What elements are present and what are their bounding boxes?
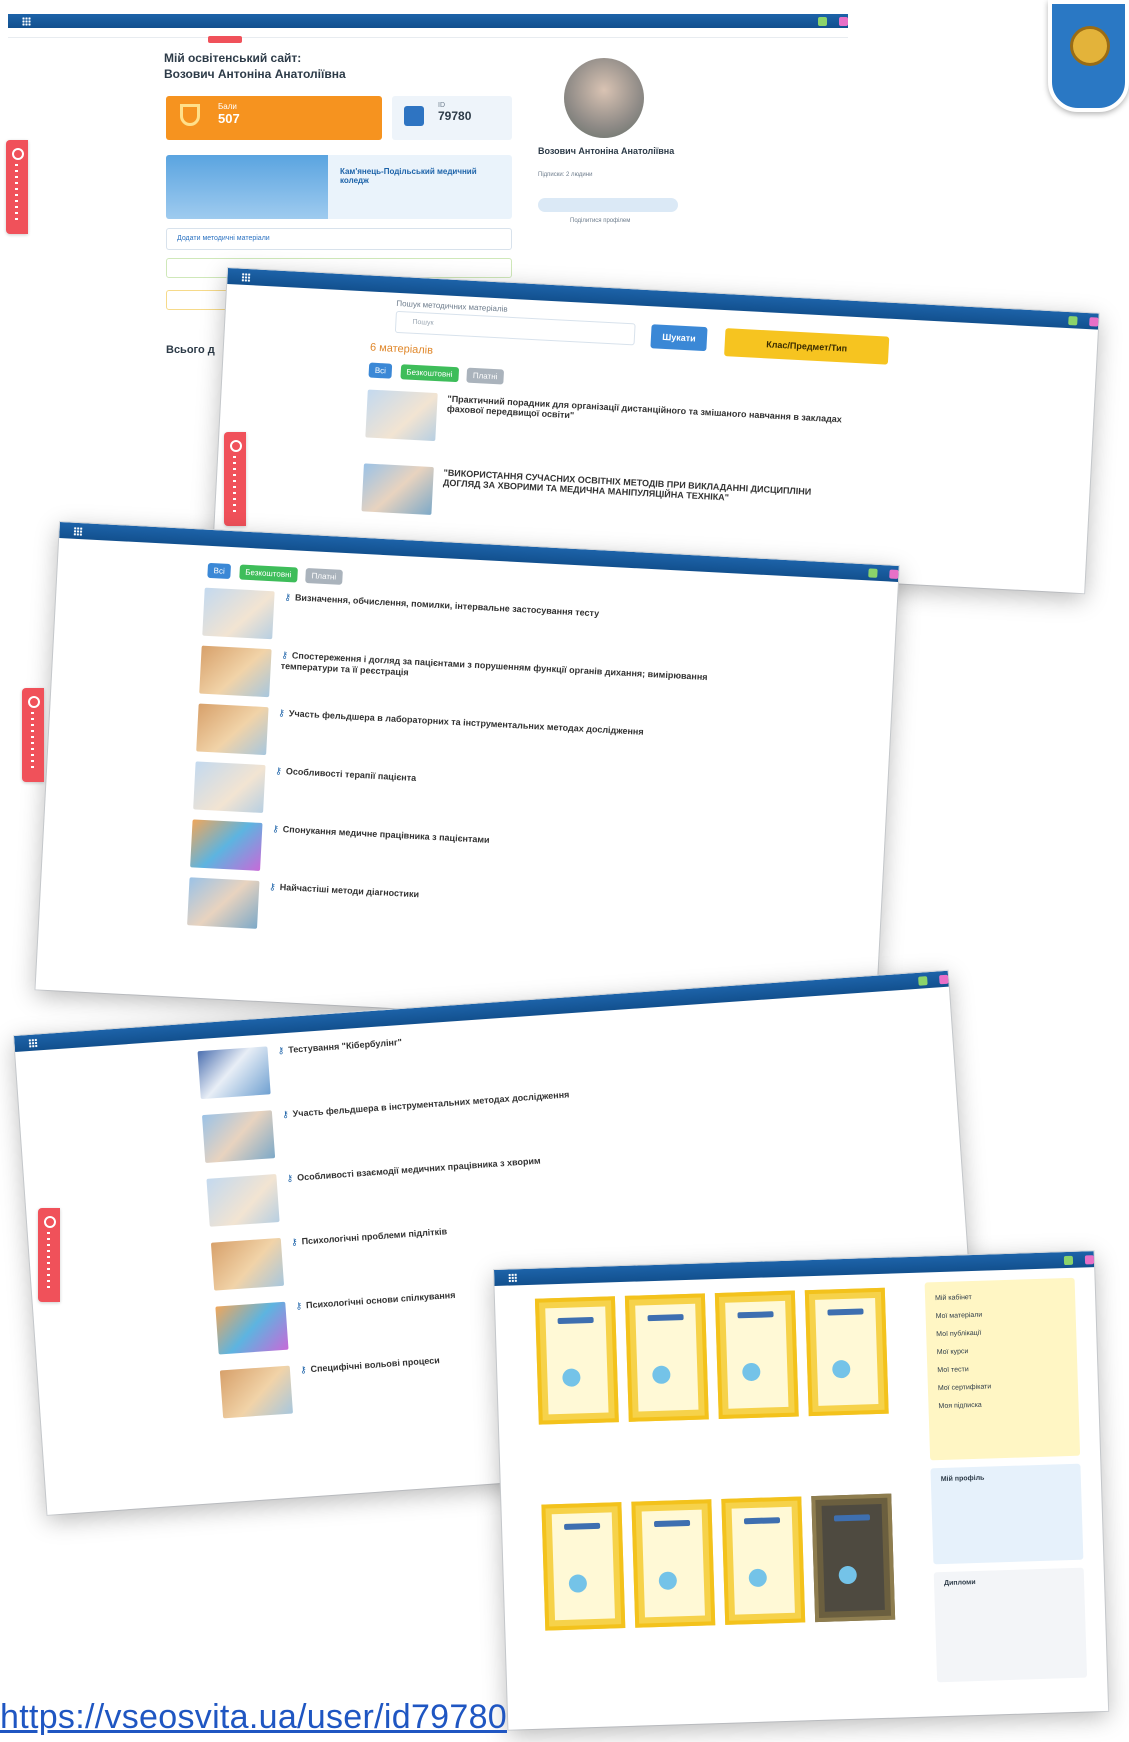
key-icon: ⚷ <box>295 1300 303 1312</box>
material-thumbnail <box>361 463 434 515</box>
material-thumbnail <box>215 1301 289 1355</box>
key-icon: ⚷ <box>277 1045 285 1056</box>
bell-icon[interactable] <box>868 567 878 578</box>
feedback-tab-1[interactable] <box>6 140 28 234</box>
key-icon: ⚷ <box>275 765 283 776</box>
material-thumbnail <box>219 1365 294 1419</box>
points-card: Бали 507 <box>166 96 382 140</box>
feedback-tab-4[interactable] <box>38 1208 60 1302</box>
material-thumbnail <box>201 1110 276 1163</box>
certificate-card[interactable] <box>804 1287 889 1417</box>
certificate-card[interactable] <box>541 1502 626 1631</box>
key-icon: ⚷ <box>278 707 286 719</box>
cart-icon[interactable] <box>889 568 899 579</box>
filter-button[interactable]: Клас/Предмет/Тип <box>724 328 890 365</box>
cabinet-sidebar: Мій кабінет Мої матеріали Мої публікації… <box>924 1277 1081 1461</box>
tab-all[interactable]: Всі <box>368 362 393 379</box>
diplomas-sidebar-block: Дипломи <box>933 1567 1088 1683</box>
certificates-screenshot: Мій кабінет Мої матеріали Мої публікації… <box>494 1251 1109 1730</box>
material-thumbnail <box>193 761 266 814</box>
material-thumbnail <box>210 1237 285 1291</box>
bell-icon[interactable] <box>1068 315 1078 326</box>
certificate-card[interactable] <box>631 1499 716 1628</box>
id-icon <box>404 106 424 126</box>
profile-sidebar-block: Мій профіль <box>930 1463 1084 1565</box>
tab-free[interactable]: Безкоштовні <box>399 364 459 383</box>
share-button[interactable] <box>538 198 678 212</box>
materials-count: 6 матеріалів <box>369 341 434 357</box>
apps-icon[interactable] <box>508 1272 518 1283</box>
profile-side-card: Возович Антоніна Анатоліївна Підписки: 2… <box>530 48 690 298</box>
material-thumbnail <box>206 1174 280 1227</box>
feedback-tab-2[interactable] <box>224 432 246 526</box>
cart-icon[interactable] <box>938 974 949 984</box>
bell-icon[interactable] <box>1063 1255 1074 1265</box>
notifications-icon[interactable] <box>818 16 827 26</box>
profile-url-link[interactable]: https://vseosvita.ua/user/id79780 <box>0 1698 507 1737</box>
bell-icon[interactable] <box>918 975 928 986</box>
material-thumbnail <box>202 587 275 640</box>
material-thumbnail <box>197 1046 271 1100</box>
key-icon: ⚷ <box>281 649 289 661</box>
key-icon: ⚷ <box>268 881 277 892</box>
top-nav <box>8 14 848 28</box>
material-thumbnail <box>187 877 260 929</box>
material-thumbnail <box>196 703 269 756</box>
key-icon: ⚷ <box>299 1364 307 1375</box>
user-name: Возович Антоніна Анатоліївна <box>538 146 675 156</box>
material-thumbnail <box>365 389 438 442</box>
followers: Підписки: 2 людини <box>538 172 593 178</box>
share-label: Поділитися профілем <box>570 218 631 224</box>
tab-all[interactable]: Всі <box>207 562 232 579</box>
college-card[interactable]: Кам'янець-Подільський медичний коледж <box>166 155 512 219</box>
tab-paid[interactable]: Платні <box>466 367 504 385</box>
total-label: Всього д <box>166 344 215 356</box>
certificate-card[interactable] <box>714 1290 799 1420</box>
id-card: ID 79780 <box>392 96 512 140</box>
key-icon: ⚷ <box>286 1172 294 1184</box>
site-owner: Возович Антоніна Анатоліївна <box>164 67 346 81</box>
cart-icon[interactable] <box>839 16 848 26</box>
apps-icon[interactable] <box>241 272 251 282</box>
certificate-card[interactable] <box>624 1293 709 1422</box>
certificate-card[interactable] <box>721 1496 806 1625</box>
diploma-card[interactable] <box>811 1493 896 1623</box>
add-material-label: Додати методичні матеріали <box>177 235 270 242</box>
add-material-bar[interactable]: Додати методичні матеріали <box>166 228 512 250</box>
college-image <box>166 155 328 219</box>
key-icon: ⚷ <box>284 591 292 603</box>
cart-icon[interactable] <box>1089 316 1099 327</box>
key-icon: ⚷ <box>271 823 280 834</box>
tab-free[interactable]: Безкоштовні <box>238 564 298 583</box>
key-icon: ⚷ <box>290 1236 298 1248</box>
apps-icon[interactable] <box>22 16 31 26</box>
certificate-card[interactable] <box>534 1296 619 1425</box>
key-icon: ⚷ <box>281 1109 290 1120</box>
apps-icon[interactable] <box>28 1037 38 1048</box>
apps-icon[interactable] <box>73 526 83 536</box>
search-button[interactable]: Шукати <box>650 324 708 352</box>
collage: Мій освітенський сайт: Возович Антоніна … <box>0 0 1129 1742</box>
crest-logo <box>1048 0 1129 112</box>
search-input[interactable]: Пошук <box>394 310 636 346</box>
feedback-tab-3[interactable] <box>22 688 44 782</box>
avatar[interactable] <box>564 58 644 138</box>
tab-paid[interactable]: Платні <box>305 567 343 585</box>
site-title: Мій освітенський сайт: <box>164 51 302 65</box>
cart-icon[interactable] <box>1084 1254 1095 1264</box>
materials-list-screenshot: Всі Безкоштовні Платні ⚷ Визначення, обчи… <box>35 522 899 1034</box>
trophy-icon <box>180 104 200 126</box>
material-thumbnail <box>199 645 272 698</box>
material-thumbnail <box>190 819 263 871</box>
sidebar-item[interactable]: Моя підписка <box>938 1394 1069 1416</box>
